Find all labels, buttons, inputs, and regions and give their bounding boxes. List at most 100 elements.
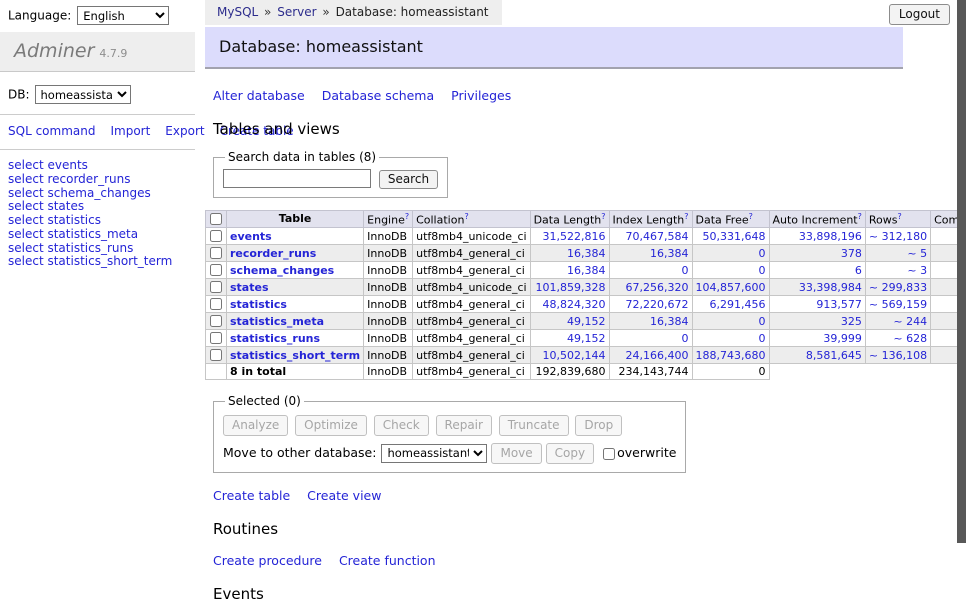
search-input[interactable] <box>223 169 371 188</box>
data-free-link[interactable]: 0 <box>759 247 766 260</box>
row-checkbox[interactable] <box>210 349 222 361</box>
data-free-link[interactable]: 0 <box>759 332 766 345</box>
data-free-link[interactable]: 0 <box>759 315 766 328</box>
table-name-link[interactable]: recorder_runs <box>230 247 316 260</box>
data-length-link[interactable]: 101,859,328 <box>536 281 606 294</box>
sidebar-select-schema-changes[interactable]: select schema_changes <box>8 187 187 200</box>
logout-button[interactable]: Logout <box>889 4 950 25</box>
data-length-link[interactable]: 49,152 <box>567 332 606 345</box>
create-procedure-link[interactable]: Create procedure <box>213 553 322 568</box>
alter-database-link[interactable]: Alter database <box>213 88 305 103</box>
check-button[interactable]: Check <box>374 415 429 436</box>
data-free-link[interactable]: 188,743,680 <box>696 349 766 362</box>
move-button[interactable]: Move <box>491 443 541 464</box>
data-length-link[interactable]: 48,824,320 <box>543 298 606 311</box>
auto-increment-link[interactable]: 39,999 <box>823 332 862 345</box>
index-length-link[interactable]: 16,384 <box>650 315 689 328</box>
data-length-link[interactable]: 16,384 <box>567 247 606 260</box>
help-icon[interactable]: ? <box>858 212 862 221</box>
sidebar-select-events[interactable]: select events <box>8 159 187 172</box>
sidebar-select-statistics-runs[interactable]: select statistics_runs <box>8 242 187 255</box>
help-icon[interactable]: ? <box>405 212 409 221</box>
table-name-link[interactable]: statistics <box>230 298 287 311</box>
index-length-link[interactable]: 67,256,320 <box>626 281 689 294</box>
help-icon[interactable]: ? <box>749 212 753 221</box>
auto-increment-link[interactable]: 6 <box>855 264 862 277</box>
auto-increment-link[interactable]: 33,398,984 <box>799 281 862 294</box>
sidebar-select-statistics-short-term[interactable]: select statistics_short_term <box>8 255 187 268</box>
breadcrumb-server-link[interactable]: Server <box>277 5 316 19</box>
row-checkbox[interactable] <box>210 298 222 310</box>
table-name-link[interactable]: events <box>230 230 272 243</box>
rows-count-link[interactable]: ~ 299,833 <box>869 281 927 294</box>
auto-increment-link[interactable]: 8,581,645 <box>806 349 862 362</box>
repair-button[interactable]: Repair <box>436 415 492 436</box>
rows-count-link[interactable]: ~ 3 <box>907 264 927 277</box>
row-checkbox[interactable] <box>210 247 222 259</box>
vertical-scrollbar[interactable] <box>957 0 966 543</box>
sidebar-link-sql-command[interactable]: SQL command <box>8 124 95 138</box>
copy-button[interactable]: Copy <box>546 443 594 464</box>
create-function-link[interactable]: Create function <box>339 553 436 568</box>
row-checkbox[interactable] <box>210 230 222 242</box>
data-length-link[interactable]: 10,502,144 <box>543 349 606 362</box>
create-view-link[interactable]: Create view <box>307 488 381 503</box>
sidebar-link-import[interactable]: Import <box>110 124 150 138</box>
table-name-link[interactable]: schema_changes <box>230 264 334 277</box>
db-select[interactable]: homeassistant <box>35 85 131 104</box>
rows-count-link[interactable]: ~ 569,159 <box>869 298 927 311</box>
analyze-button[interactable]: Analyze <box>223 415 288 436</box>
overwrite-checkbox[interactable] <box>603 448 615 460</box>
data-free-link[interactable]: 6,291,456 <box>710 298 766 311</box>
index-length-link[interactable]: 70,467,584 <box>626 230 689 243</box>
data-length-link[interactable]: 16,384 <box>567 264 606 277</box>
sidebar-select-statistics-meta[interactable]: select statistics_meta <box>8 228 187 241</box>
rows-count-link[interactable]: ~ 312,180 <box>869 230 927 243</box>
sidebar-select-states[interactable]: select states <box>8 200 187 213</box>
data-free-link[interactable]: 104,857,600 <box>696 281 766 294</box>
help-icon[interactable]: ? <box>601 212 605 221</box>
data-free-link[interactable]: 0 <box>759 264 766 277</box>
truncate-button[interactable]: Truncate <box>499 415 569 436</box>
sidebar-select-recorder-runs[interactable]: select recorder_runs <box>8 173 187 186</box>
index-length-link[interactable]: 24,166,400 <box>626 349 689 362</box>
search-button[interactable]: Search <box>379 170 438 189</box>
rows-count-link[interactable]: ~ 5 <box>907 247 927 260</box>
row-checkbox[interactable] <box>210 332 222 344</box>
auto-increment-link[interactable]: 33,898,196 <box>799 230 862 243</box>
rows-count-link[interactable]: ~ 628 <box>893 332 927 345</box>
move-database-select[interactable]: homeassistant <box>381 444 487 463</box>
sidebar-select-statistics[interactable]: select statistics <box>8 214 187 227</box>
index-length-link[interactable]: 0 <box>682 264 689 277</box>
optimize-button[interactable]: Optimize <box>295 415 367 436</box>
index-length-link[interactable]: 16,384 <box>650 247 689 260</box>
drop-button[interactable]: Drop <box>575 415 622 436</box>
help-icon[interactable]: ? <box>464 212 468 221</box>
create-table-link[interactable]: Create table <box>213 488 290 503</box>
data-length-link[interactable]: 49,152 <box>567 315 606 328</box>
select-all-checkbox[interactable] <box>210 213 222 225</box>
index-length-link[interactable]: 72,220,672 <box>626 298 689 311</box>
index-length-link[interactable]: 0 <box>682 332 689 345</box>
help-icon[interactable]: ? <box>684 212 688 221</box>
help-icon[interactable]: ? <box>897 212 901 221</box>
rows-count-link[interactable]: ~ 244 <box>893 315 927 328</box>
table-name-link[interactable]: states <box>230 281 269 294</box>
table-name-link[interactable]: statistics_short_term <box>230 349 360 362</box>
database-schema-link[interactable]: Database schema <box>322 88 434 103</box>
data-free-link[interactable]: 50,331,648 <box>703 230 766 243</box>
table-name-link[interactable]: statistics_meta <box>230 315 324 328</box>
row-checkbox[interactable] <box>210 315 222 327</box>
table-name-link[interactable]: statistics_runs <box>230 332 320 345</box>
breadcrumb-mysql-link[interactable]: MySQL <box>217 5 258 19</box>
auto-increment-link[interactable]: 378 <box>841 247 862 260</box>
language-select[interactable]: English <box>77 6 169 25</box>
row-checkbox[interactable] <box>210 264 222 276</box>
auto-increment-link[interactable]: 913,577 <box>816 298 862 311</box>
row-checkbox[interactable] <box>210 281 222 293</box>
privileges-link[interactable]: Privileges <box>451 88 511 103</box>
sidebar-link-export[interactable]: Export <box>165 124 204 138</box>
data-length-link[interactable]: 31,522,816 <box>543 230 606 243</box>
auto-increment-link[interactable]: 325 <box>841 315 862 328</box>
rows-count-link[interactable]: ~ 136,108 <box>869 349 927 362</box>
